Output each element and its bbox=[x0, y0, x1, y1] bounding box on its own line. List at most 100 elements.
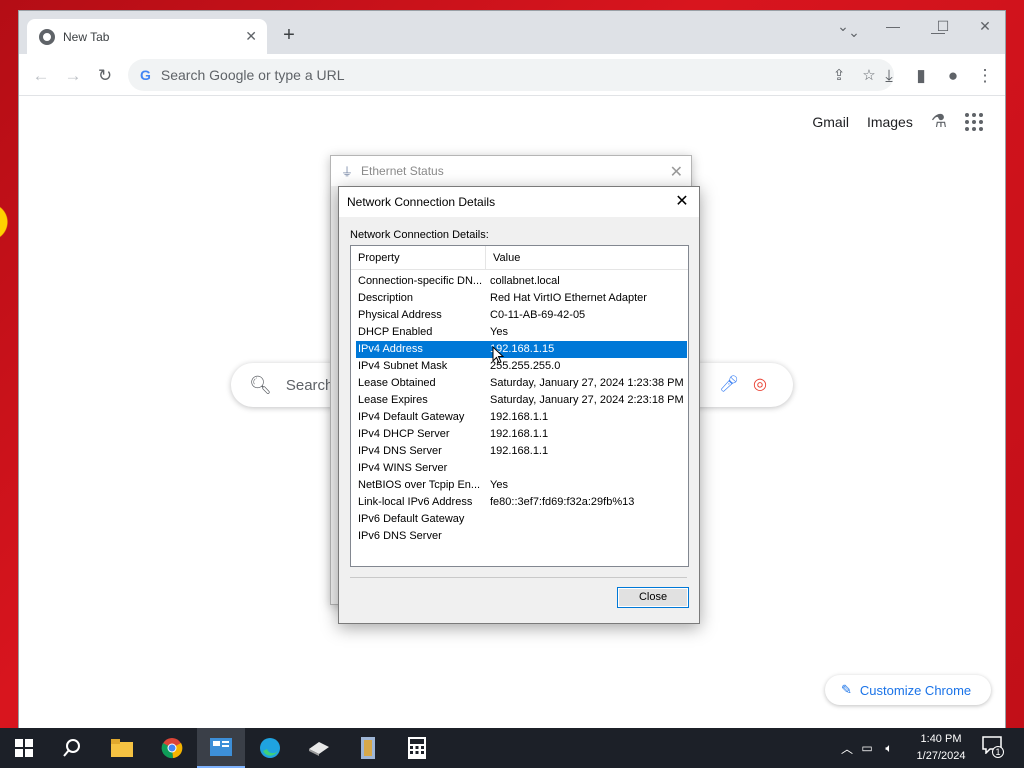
device-taskbar-icon[interactable] bbox=[295, 728, 343, 768]
search-placeholder: Search bbox=[285, 376, 334, 394]
google-apps-icon[interactable] bbox=[965, 112, 983, 131]
address-bar[interactable]: G Search Google or type a URL ⇪ ☆ bbox=[128, 59, 894, 91]
customize-label: Customize Chrome bbox=[859, 682, 972, 698]
property-cell: IPv4 Default Gateway bbox=[358, 411, 465, 423]
value-cell: Yes bbox=[490, 326, 508, 338]
property-cell: Link-local IPv6 Address bbox=[358, 496, 473, 508]
details-list[interactable]: Property Value Connection-specific DN...… bbox=[350, 245, 689, 567]
share-icon[interactable]: ⇪ bbox=[828, 65, 850, 87]
address-bar-placeholder: Search Google or type a URL bbox=[160, 67, 345, 83]
list-header: Property Value bbox=[351, 246, 688, 270]
ethernet-status-title: Ethernet Status bbox=[361, 164, 444, 178]
dialog-separator bbox=[350, 577, 687, 578]
value-cell bbox=[490, 528, 687, 545]
column-header-value[interactable]: Value bbox=[486, 246, 520, 269]
minimize-icon[interactable]: — bbox=[870, 16, 916, 46]
labs-flask-icon[interactable]: ⚗ bbox=[931, 111, 947, 132]
customize-chrome-button[interactable]: ✎ Customize Chrome bbox=[825, 675, 991, 705]
list-item[interactable]: IPv4 Subnet Mask 255.255.255.0 bbox=[356, 358, 687, 375]
tab-dropdown-icon[interactable]: ⌄ bbox=[820, 16, 866, 46]
side-panel-icon[interactable]: ▮ bbox=[907, 62, 935, 90]
dialog-title: Network Connection Details bbox=[339, 187, 699, 217]
mouse-cursor-icon bbox=[492, 345, 505, 367]
chrome-favicon-icon bbox=[39, 28, 55, 45]
action-center-icon[interactable]: 1 bbox=[982, 736, 1004, 758]
value-cell: Saturday, January 27, 2024 1:23:38 PM bbox=[490, 377, 684, 389]
top-links: Gmail Images ⚗ bbox=[812, 111, 983, 132]
list-item[interactable]: Physical Address C0-11-AB-69-42-05 bbox=[356, 307, 687, 324]
property-cell: Lease Expires bbox=[358, 394, 428, 406]
network-settings-taskbar-icon[interactable] bbox=[197, 728, 245, 768]
file-explorer-icon[interactable] bbox=[98, 728, 146, 768]
search-taskbar-icon[interactable] bbox=[48, 728, 96, 768]
list-item[interactable]: DHCP Enabled Yes bbox=[356, 324, 687, 341]
gmail-link[interactable]: Gmail bbox=[812, 114, 849, 130]
value-cell: 255.255.255.0 bbox=[490, 360, 561, 372]
value-cell: 192.168.1.1 bbox=[490, 445, 549, 457]
new-tab-button[interactable]: + bbox=[277, 23, 301, 47]
property-cell: NetBIOS over Tcpip En... bbox=[358, 479, 481, 491]
details-label: Network Connection Details: bbox=[350, 229, 489, 241]
list-item[interactable]: IPv6 DNS Server bbox=[356, 528, 687, 545]
list-item[interactable]: NetBIOS over Tcpip En... Yes bbox=[356, 477, 687, 494]
list-item[interactable]: IPv4 Address 192.168.1.15 bbox=[356, 341, 687, 358]
value-cell: Saturday, January 27, 2024 2:23:18 PM bbox=[490, 394, 684, 406]
taskbar-clock[interactable]: 1:40 PM 1/27/2024 bbox=[906, 731, 976, 765]
images-link[interactable]: Images bbox=[867, 114, 913, 130]
calculator-taskbar-icon[interactable] bbox=[393, 728, 441, 768]
property-cell: Lease Obtained bbox=[358, 377, 436, 389]
value-cell: 192.168.1.15 bbox=[490, 343, 555, 355]
list-item[interactable]: Description Red Hat VirtIO Ethernet Adapt… bbox=[356, 290, 687, 307]
property-cell: DHCP Enabled bbox=[358, 326, 433, 338]
maximize-icon[interactable]: ☐ bbox=[920, 16, 966, 46]
tab-new-tab[interactable]: New Tab ✕ bbox=[27, 19, 267, 54]
value-cell: Red Hat VirtIO Ethernet Adapter bbox=[490, 292, 647, 304]
property-cell: Description bbox=[358, 292, 414, 304]
network-tray-icon[interactable]: ▭ bbox=[856, 741, 878, 755]
chrome-taskbar-icon[interactable] bbox=[148, 728, 196, 768]
dialog-close-icon[interactable]: ✕ bbox=[671, 191, 693, 213]
list-item[interactable]: Lease Expires Saturday, January 27, 2024 … bbox=[356, 392, 687, 409]
value-cell bbox=[490, 511, 687, 528]
start-windows-icon[interactable] bbox=[0, 728, 48, 768]
menu-kebab-icon[interactable]: ⋮ bbox=[971, 62, 999, 90]
profile-avatar-icon[interactable]: ● bbox=[939, 62, 967, 90]
tab-close-icon[interactable]: ✕ bbox=[245, 28, 257, 45]
browser-toolbar: ← → ↻ G Search Google or type a URL ⇪ ☆ … bbox=[19, 54, 1005, 96]
list-item[interactable]: IPv4 Default Gateway 192.168.1.1 bbox=[356, 409, 687, 426]
back-arrow-icon[interactable]: ← bbox=[27, 62, 55, 90]
list-item[interactable]: IPv4 DHCP Server 192.168.1.1 bbox=[356, 426, 687, 443]
ethernet-close-icon[interactable]: ✕ bbox=[670, 162, 683, 182]
list-item[interactable]: Connection-specific DN... collabnet.local bbox=[356, 273, 687, 290]
lens-search-icon[interactable]: ◎ bbox=[753, 374, 767, 394]
pencil-icon: ✎ bbox=[841, 682, 852, 697]
column-header-property[interactable]: Property bbox=[351, 246, 486, 269]
system-tray: ︿ ▭ 🔈︎ bbox=[838, 728, 900, 768]
close-button[interactable]: Close bbox=[617, 587, 689, 608]
property-cell: IPv4 Address bbox=[358, 343, 423, 355]
download-icon[interactable]: ⤓ bbox=[875, 62, 903, 90]
clock-time: 1:40 PM bbox=[920, 733, 962, 745]
archive-taskbar-icon[interactable] bbox=[344, 728, 392, 768]
value-cell: Yes bbox=[490, 479, 508, 491]
search-icon: 🔍︎ bbox=[249, 374, 272, 395]
list-item[interactable]: IPv4 DNS Server 192.168.1.1 bbox=[356, 443, 687, 460]
value-cell: collabnet.local bbox=[490, 275, 560, 287]
list-item[interactable]: Link-local IPv6 Address fe80::3ef7:fd69:f… bbox=[356, 494, 687, 511]
list-item[interactable]: Lease Obtained Saturday, January 27, 2024… bbox=[356, 375, 687, 392]
taskbar: ︿ ▭ 🔈︎ 1:40 PM 1/27/2024 1 bbox=[0, 728, 1024, 768]
property-cell: IPv4 Subnet Mask bbox=[358, 360, 448, 372]
volume-muted-icon[interactable]: 🔈︎ bbox=[878, 741, 900, 756]
voice-search-icon[interactable]: 🎤︎ bbox=[719, 374, 739, 394]
tray-chevron-up-icon[interactable]: ︿ bbox=[838, 740, 856, 757]
forward-arrow-icon[interactable]: → bbox=[59, 62, 87, 90]
property-cell: IPv4 DNS Server bbox=[358, 445, 442, 457]
edge-taskbar-icon[interactable] bbox=[246, 728, 294, 768]
property-cell: IPv6 DNS Server bbox=[358, 530, 442, 542]
list-item[interactable]: IPv4 WINS Server bbox=[356, 460, 687, 477]
network-plug-icon: ⏚ bbox=[341, 164, 354, 179]
reload-icon[interactable]: ↻ bbox=[91, 62, 119, 90]
window-close-icon[interactable]: ✕ bbox=[970, 16, 1000, 46]
list-item[interactable]: IPv6 Default Gateway bbox=[356, 511, 687, 528]
list-rows: Connection-specific DN... collabnet.local… bbox=[351, 270, 688, 545]
